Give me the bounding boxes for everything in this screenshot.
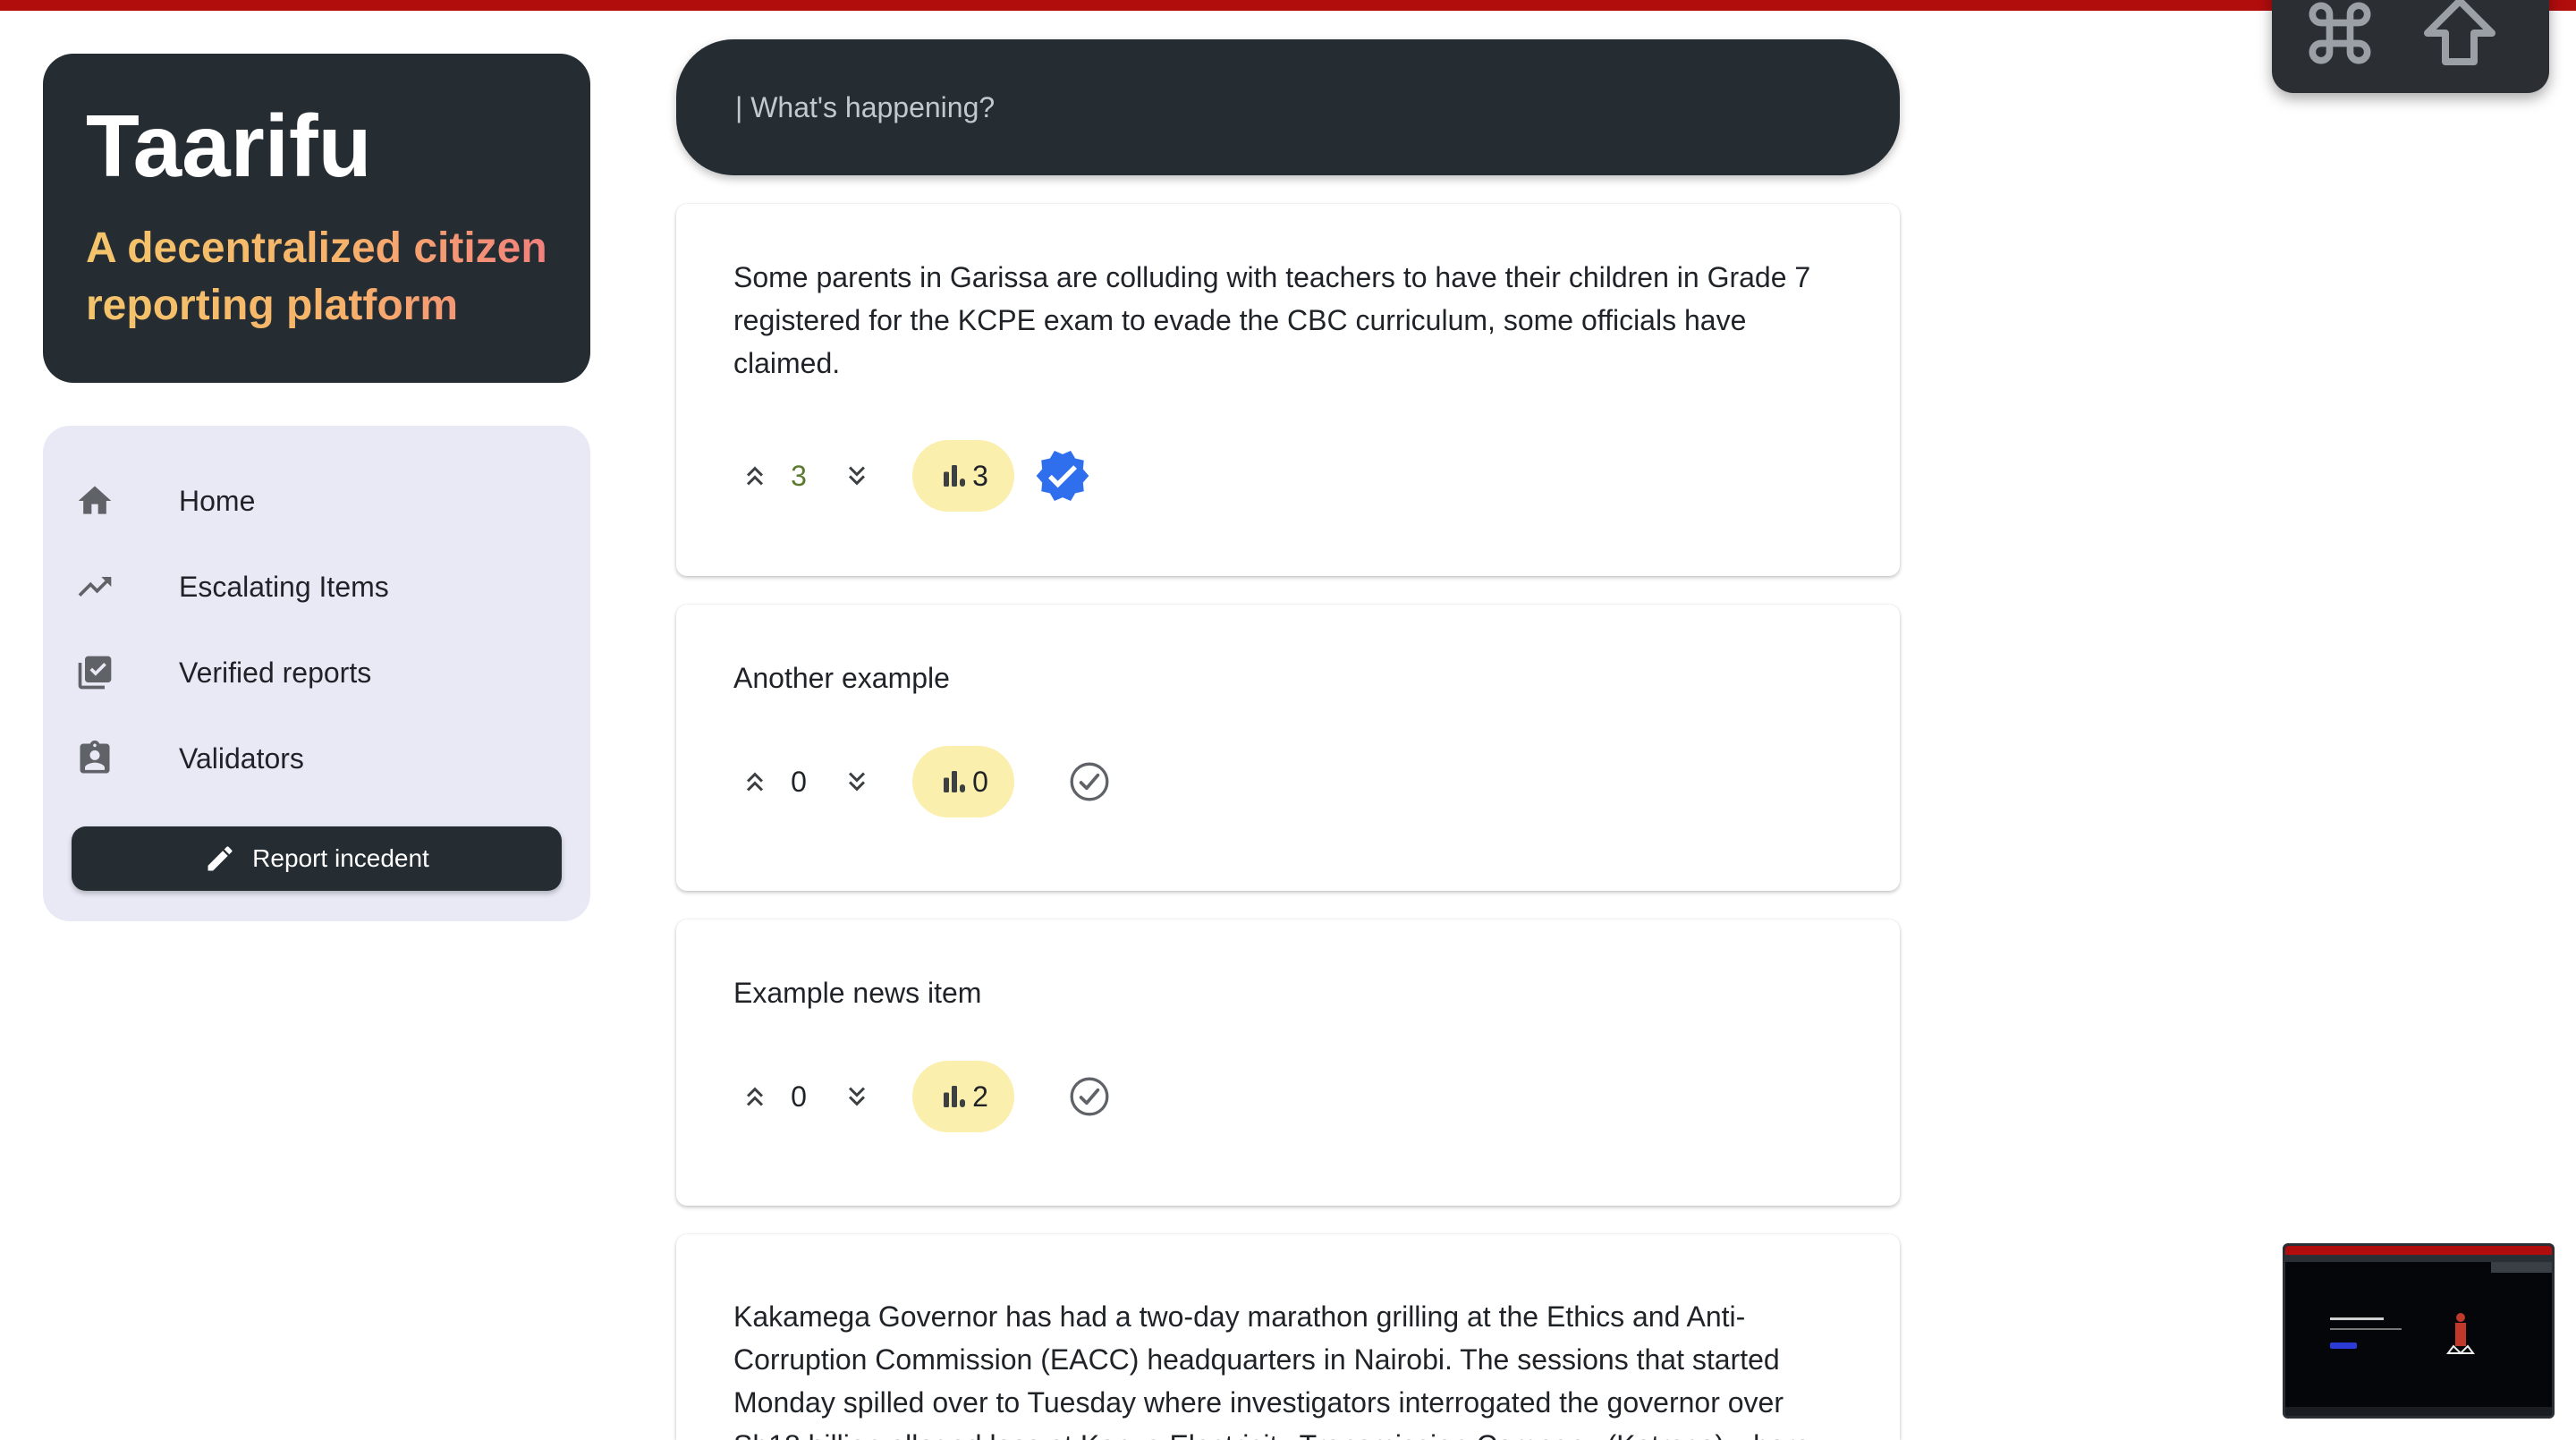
post-actions: 0 2 bbox=[733, 1061, 1843, 1132]
upvote-icon[interactable] bbox=[733, 1075, 776, 1118]
app-title: Taarifu bbox=[86, 97, 372, 195]
thumbnail-image bbox=[2285, 1246, 2552, 1416]
sidebar-item-label: Escalating Items bbox=[179, 570, 389, 603]
report-button-label: Report incedent bbox=[252, 844, 429, 872]
vote-count: 3 bbox=[791, 459, 807, 492]
sidebar-item-home[interactable]: Home bbox=[43, 458, 590, 544]
verified-badge-icon[interactable] bbox=[1034, 447, 1091, 504]
sidebar-item-validators[interactable]: Validators bbox=[43, 716, 590, 801]
vote-count: 0 bbox=[791, 765, 807, 798]
sidebar-item-label: Home bbox=[179, 484, 256, 517]
sidebar-item-label: Verified reports bbox=[179, 656, 372, 689]
verified-list-icon bbox=[73, 651, 116, 694]
home-icon bbox=[73, 479, 116, 522]
stats-pill[interactable]: 2 bbox=[912, 1061, 1014, 1132]
vote-count: 0 bbox=[791, 1080, 807, 1113]
app-tagline: A decentralized citizen reporting platfo… bbox=[86, 220, 547, 335]
sidebar-item-escalating[interactable]: Escalating Items bbox=[43, 544, 590, 630]
sidebar-item-label: Validators bbox=[179, 741, 304, 775]
downvote-icon[interactable] bbox=[835, 454, 878, 497]
stats-count: 2 bbox=[972, 1080, 988, 1113]
brand-card: Taarifu A decentralized citizen reportin… bbox=[43, 54, 590, 383]
shift-key-icon bbox=[2417, 0, 2503, 76]
post-card: Kakamega Governor has had a two-day mara… bbox=[676, 1234, 1900, 1440]
stats-count: 3 bbox=[972, 459, 988, 492]
post-card: Example news item 0 2 bbox=[676, 919, 1900, 1206]
stats-count: 0 bbox=[972, 765, 988, 798]
command-key-icon bbox=[2299, 0, 2381, 74]
post-text: Some parents in Garissa are colluding wi… bbox=[733, 261, 1811, 379]
compose-input[interactable] bbox=[733, 89, 1810, 125]
upvote-icon[interactable] bbox=[733, 760, 776, 803]
report-incident-button[interactable]: Report incedent bbox=[72, 826, 562, 891]
sidebar-item-verified[interactable]: Verified reports bbox=[43, 630, 590, 716]
badge-icon bbox=[73, 737, 116, 780]
bar-chart-icon bbox=[938, 460, 970, 492]
downvote-icon[interactable] bbox=[835, 1075, 878, 1118]
post-text: Example news item bbox=[733, 977, 982, 1009]
top-accent-bar bbox=[0, 0, 2576, 11]
post-card: Some parents in Garissa are colluding wi… bbox=[676, 204, 1900, 576]
post-card: Another example 0 0 bbox=[676, 605, 1900, 891]
sidebar-nav: Home Escalating Items Verified reports V… bbox=[43, 426, 590, 921]
pencil-icon bbox=[204, 843, 236, 875]
trending-up-icon bbox=[73, 565, 116, 608]
screen-preview-thumbnail[interactable] bbox=[2283, 1243, 2555, 1419]
downvote-icon[interactable] bbox=[835, 760, 878, 803]
compose-box[interactable] bbox=[676, 39, 1900, 175]
stats-pill[interactable]: 0 bbox=[912, 746, 1014, 817]
stats-pill[interactable]: 3 bbox=[912, 440, 1014, 512]
keyboard-shortcut-overlay bbox=[2272, 0, 2549, 93]
bar-chart-icon bbox=[938, 766, 970, 798]
verify-check-icon[interactable] bbox=[1061, 1068, 1118, 1125]
post-text: Another example bbox=[733, 662, 950, 694]
bar-chart-icon bbox=[938, 1080, 970, 1113]
post-text: Kakamega Governor has had a two-day mara… bbox=[733, 1300, 1810, 1440]
upvote-icon[interactable] bbox=[733, 454, 776, 497]
verify-check-icon[interactable] bbox=[1061, 753, 1118, 810]
post-actions: 3 3 bbox=[733, 440, 1843, 512]
post-actions: 0 0 bbox=[733, 746, 1843, 817]
